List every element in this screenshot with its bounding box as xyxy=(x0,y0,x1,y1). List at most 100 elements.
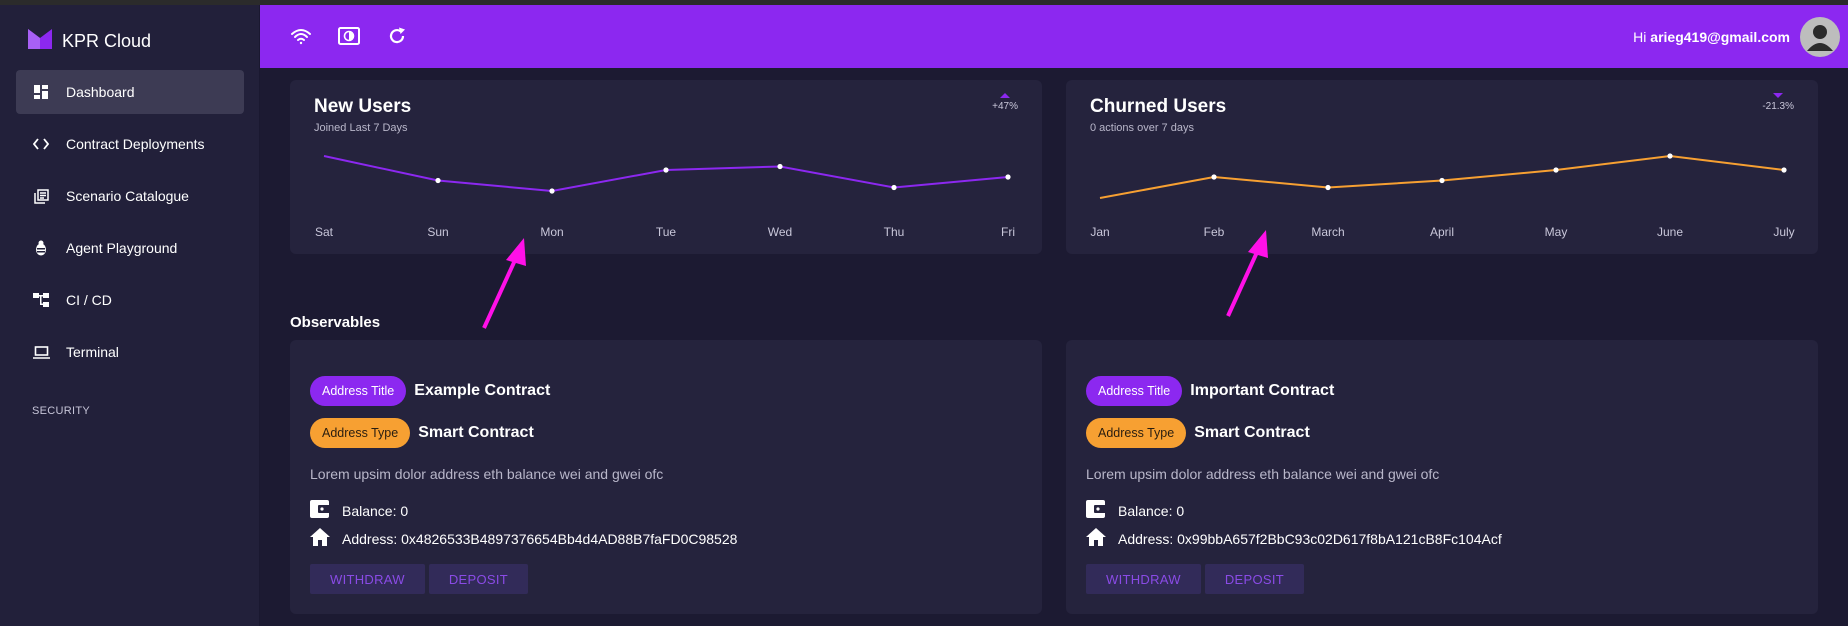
sidebar-item-label: Contract Deployments xyxy=(66,136,205,152)
address-title-value: Example Contract xyxy=(414,382,551,399)
address-title-row: Address Title Important Contract xyxy=(1086,376,1334,406)
sidebar-item-label: Dashboard xyxy=(66,84,135,100)
address-type-row: Address Type Smart Contract xyxy=(310,418,534,448)
data-point[interactable] xyxy=(549,188,555,194)
address-type-chip[interactable]: Address Type xyxy=(310,418,411,448)
brand-name: KPR Cloud xyxy=(62,31,152,51)
code-icon xyxy=(32,135,50,153)
x-tick-label: April xyxy=(1430,225,1454,239)
x-tick-label: June xyxy=(1657,225,1683,239)
x-tick-label: Wed xyxy=(768,225,792,239)
data-point[interactable] xyxy=(1325,184,1331,191)
sidebar-nav: Dashboard Contract Deployments Scenario … xyxy=(16,70,244,382)
x-tick-label: Mon xyxy=(540,225,563,239)
user-email: arieg419@gmail.com xyxy=(1650,29,1790,45)
address-text: Address: 0x4826533B4897376654Bb4d4AD88B7… xyxy=(342,530,738,547)
x-tick-label: Sun xyxy=(427,225,448,239)
x-tick-label: Tue xyxy=(656,225,677,239)
data-point[interactable] xyxy=(663,167,669,173)
data-point[interactable] xyxy=(435,177,441,184)
sidebar-item-contract-deployments[interactable]: Contract Deployments xyxy=(16,122,244,166)
sidebar-item-label: CI / CD xyxy=(66,292,112,308)
laptop-icon xyxy=(32,343,50,361)
sidebar-item-ci-cd[interactable]: CI / CD xyxy=(16,278,244,322)
sidebar-item-agent-playground[interactable]: Agent Playground xyxy=(16,226,244,270)
observable-card: Address Title Example Contract Address T… xyxy=(290,340,1042,614)
sidebar-item-dashboard[interactable]: Dashboard xyxy=(16,70,244,114)
observables-heading: Observables xyxy=(290,314,381,331)
wallet-icon xyxy=(310,500,330,521)
address-type-chip[interactable]: Address Type xyxy=(1086,418,1187,448)
refresh-icon[interactable] xyxy=(386,25,408,47)
new-users-line-chart: Sat Sun Mon Tue Wed Thu Fri xyxy=(315,155,1015,239)
deposit-button[interactable]: DEPOSIT xyxy=(428,564,529,594)
sidebar: KPR Cloud Dashboard Contract Deployments… xyxy=(0,5,260,626)
address-type-row: Address Type Smart Contract xyxy=(1086,418,1310,448)
data-point[interactable] xyxy=(1211,174,1217,180)
x-tick-label: July xyxy=(1773,225,1794,239)
address-title-chip[interactable]: Address Title xyxy=(1086,376,1183,406)
address-title-row: Address Title Example Contract xyxy=(310,376,550,406)
data-point[interactable] xyxy=(1439,177,1445,184)
data-point[interactable] xyxy=(1005,174,1011,180)
sidebar-section-security: SECURITY xyxy=(32,405,91,417)
app-bar-icons xyxy=(290,25,408,47)
x-tick-label: Fri xyxy=(1001,225,1015,239)
address-title-value: Important Contract xyxy=(1190,382,1335,399)
x-tick-label: Sat xyxy=(315,225,334,239)
home-icon xyxy=(310,528,330,549)
balance-row: Balance: 0 xyxy=(310,500,408,521)
account-tree-icon xyxy=(32,291,50,309)
sidebar-item-label: Agent Playground xyxy=(66,240,178,256)
x-tick-label: Jan xyxy=(1090,225,1109,239)
home-icon xyxy=(1086,528,1106,549)
data-point[interactable] xyxy=(1781,167,1787,173)
churned-users-line-chart: Jan Feb March April May June July xyxy=(1090,153,1795,239)
x-tick-label: March xyxy=(1311,225,1344,239)
app-bar: Hi arieg419@gmail.com xyxy=(260,5,1848,68)
card-actions: WITHDRAW DEPOSIT xyxy=(1086,564,1305,594)
x-tick-label: Thu xyxy=(884,225,905,239)
avatar[interactable] xyxy=(1800,17,1840,57)
brightness-icon[interactable] xyxy=(338,25,360,47)
balance-text: Balance: 0 xyxy=(342,502,409,519)
wallet-icon xyxy=(1086,500,1106,521)
card-description: Lorem upsim dolor address eth balance we… xyxy=(310,466,664,482)
series-line xyxy=(323,155,1009,193)
sidebar-item-label: Terminal xyxy=(66,344,119,360)
card-actions: WITHDRAW DEPOSIT xyxy=(310,564,529,594)
network-wifi-icon[interactable] xyxy=(290,25,312,47)
address-title-chip[interactable]: Address Title xyxy=(310,376,407,406)
data-point[interactable] xyxy=(1553,167,1559,173)
x-tick-label: Feb xyxy=(1204,225,1225,239)
sidebar-item-scenario-catalogue[interactable]: Scenario Catalogue xyxy=(16,174,244,218)
churned-users-card: Churned Users 0 actions over 7 days -21.… xyxy=(1066,80,1818,254)
greeting-prefix: Hi xyxy=(1633,29,1647,45)
x-tick-label: May xyxy=(1545,225,1568,239)
brand[interactable]: KPR Cloud xyxy=(28,29,151,54)
address-text: Address: 0x99bbA657f2BbC93c02D617f8bA121… xyxy=(1118,530,1502,547)
address-type-value: Smart Contract xyxy=(418,424,534,441)
bug-icon xyxy=(32,239,50,257)
data-point[interactable] xyxy=(891,184,897,191)
data-point[interactable] xyxy=(777,163,783,170)
user-greeting: Hi arieg419@gmail.com xyxy=(1633,29,1790,45)
observable-card: Address Title Important Contract Address… xyxy=(1066,340,1818,614)
sidebar-item-label: Scenario Catalogue xyxy=(66,188,189,204)
sidebar-item-terminal[interactable]: Terminal xyxy=(16,330,244,374)
dashboard-icon xyxy=(32,83,50,101)
balance-text: Balance: 0 xyxy=(1118,502,1185,519)
library-icon xyxy=(32,187,50,205)
address-type-value: Smart Contract xyxy=(1194,424,1310,441)
deposit-button[interactable]: DEPOSIT xyxy=(1204,564,1305,594)
new-users-card: New Users Joined Last 7 Days +47% Sat Sun… xyxy=(290,80,1042,254)
address-row: Address: 0x99bbA657f2BbC93c02D617f8bA121… xyxy=(1086,528,1502,549)
series-line xyxy=(1099,154,1785,199)
withdraw-button[interactable]: WITHDRAW xyxy=(1086,564,1201,594)
account-circle-icon xyxy=(1807,25,1833,51)
withdraw-button[interactable]: WITHDRAW xyxy=(310,564,425,594)
data-point[interactable] xyxy=(1667,153,1673,159)
kpr-logo-icon xyxy=(28,29,52,54)
card-description: Lorem upsim dolor address eth balance we… xyxy=(1086,466,1440,482)
address-row: Address: 0x4826533B4897376654Bb4d4AD88B7… xyxy=(310,528,737,549)
